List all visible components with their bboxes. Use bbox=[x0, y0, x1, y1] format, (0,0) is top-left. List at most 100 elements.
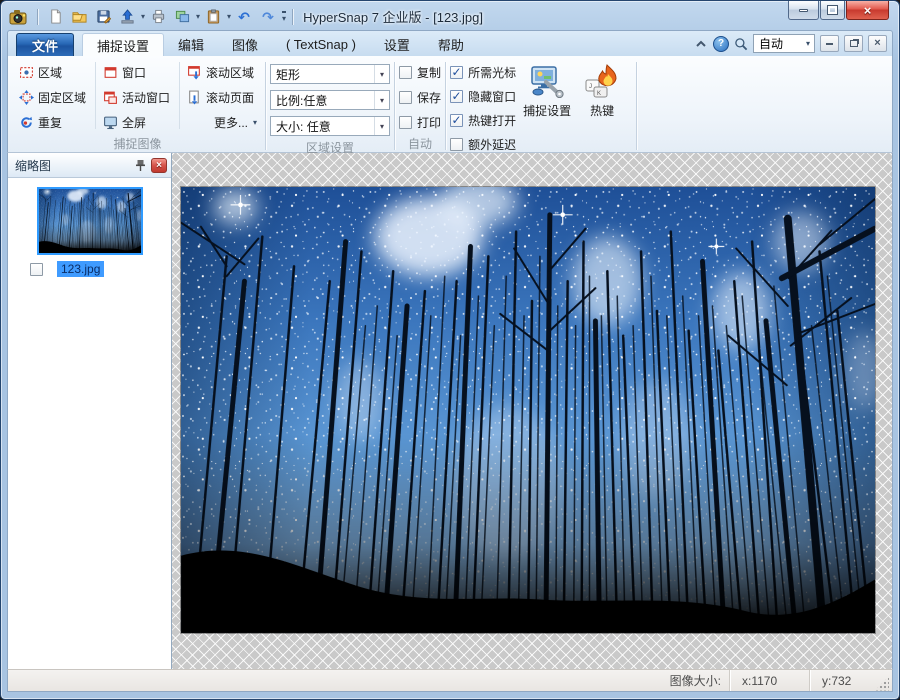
group-separator bbox=[265, 62, 266, 150]
app-icon[interactable] bbox=[9, 8, 29, 26]
resize-grip[interactable] bbox=[875, 677, 889, 691]
capture-settings-icon bbox=[530, 64, 564, 98]
region-capture-icon bbox=[19, 65, 34, 80]
redo-icon[interactable]: ↷ bbox=[257, 7, 279, 27]
zoom-mode-select[interactable]: 自动 ▾ bbox=[753, 34, 815, 53]
checkbox[interactable] bbox=[450, 90, 463, 103]
qat-customize-expander[interactable]: ▾ bbox=[282, 11, 286, 23]
capture-active-window-button[interactable]: 活动窗口 bbox=[98, 85, 177, 110]
image-canvas[interactable] bbox=[172, 153, 892, 669]
open-image[interactable] bbox=[181, 187, 875, 633]
thumbnail-image[interactable] bbox=[37, 187, 143, 255]
capture-fixed-region-button[interactable]: 固定区域 bbox=[14, 85, 93, 110]
chevron-down-icon: ▾ bbox=[253, 118, 257, 127]
checkbox[interactable] bbox=[399, 116, 412, 129]
hotkey-button[interactable]: J K 热键 bbox=[578, 60, 626, 152]
undo-icon[interactable]: ↶ bbox=[233, 7, 255, 27]
auto-save-checkbox[interactable]: 保存 bbox=[399, 85, 441, 110]
close-button[interactable]: × bbox=[846, 1, 889, 20]
auto-group: 复制 保存 打印 自动 bbox=[399, 60, 441, 152]
checkbox[interactable] bbox=[399, 66, 412, 79]
size-select[interactable]: 大小: 任意 ▾ bbox=[270, 116, 390, 136]
checkbox[interactable] bbox=[399, 91, 412, 104]
hypersnap-window: ▾ ▾ ▾ ↶ ↷ ▾ HyperSnap 7 企业版 - [123.jpg] … bbox=[0, 0, 900, 700]
tab-capture-settings[interactable]: 捕捉设置 bbox=[82, 33, 164, 56]
hotkey-open-checkbox[interactable]: 热键打开 bbox=[450, 108, 516, 132]
capture-upload-icon[interactable] bbox=[116, 7, 138, 27]
capture-image-group: 区域 固定区域 重复 窗口 bbox=[14, 60, 261, 152]
panel-close-icon[interactable]: × bbox=[151, 158, 167, 173]
titlebar: ▾ ▾ ▾ ↶ ↷ ▾ HyperSnap 7 企业版 - [123.jpg] … bbox=[7, 1, 893, 30]
button-label: 活动窗口 bbox=[122, 89, 170, 106]
button-label: 捕捉设置 bbox=[523, 102, 571, 119]
doc-restore-button[interactable] bbox=[844, 35, 863, 52]
select-value: 矩形 bbox=[276, 66, 300, 83]
image-size-label: 图像大小: bbox=[670, 672, 729, 689]
group-separator bbox=[636, 62, 637, 150]
chevron-down-icon: ▾ bbox=[806, 39, 810, 48]
capture-window-button[interactable]: 窗口 bbox=[98, 60, 177, 85]
doc-close-button[interactable]: × bbox=[868, 35, 887, 52]
main-body: 缩略图 × 123.jpg bbox=[7, 153, 893, 669]
tab-file[interactable]: 文件 bbox=[16, 33, 74, 56]
capture-scroll-region-button[interactable]: 滚动区域 bbox=[182, 60, 261, 85]
doc-minimize-button[interactable] bbox=[820, 35, 839, 52]
tab-textsnap[interactable]: ( TextSnap ) bbox=[272, 33, 370, 56]
capture-repeat-button[interactable]: 重复 bbox=[14, 110, 93, 135]
pin-icon[interactable] bbox=[132, 157, 148, 173]
ribbon-capture-settings: 区域 固定区域 重复 窗口 bbox=[7, 56, 893, 153]
checkbox-label: 热键打开 bbox=[468, 112, 516, 129]
button-label: 滚动区域 bbox=[206, 64, 254, 81]
group-label: 自动 bbox=[399, 135, 441, 155]
tab-help[interactable]: 帮助 bbox=[424, 33, 478, 56]
region-settings-group: 矩形 ▾ 比例:任意 ▾ 大小: 任意 ▾ 区域设置 bbox=[270, 60, 390, 152]
capture-fullscreen-button[interactable]: 全屏 bbox=[98, 110, 177, 135]
thumbnail-filename[interactable]: 123.jpg bbox=[57, 261, 104, 277]
shape-select[interactable]: 矩形 ▾ bbox=[270, 64, 390, 84]
auto-copy-checkbox[interactable]: 复制 bbox=[399, 60, 441, 85]
collapse-ribbon-icon[interactable] bbox=[694, 37, 708, 51]
capture-region-button[interactable]: 区域 bbox=[14, 60, 93, 85]
capture-options-group: 所需光标 隐藏窗口 热键打开 额外延迟 bbox=[450, 60, 516, 152]
scroll-page-capture-icon bbox=[187, 90, 202, 105]
open-folder-icon[interactable] bbox=[68, 7, 90, 27]
paste-icon[interactable] bbox=[202, 7, 224, 27]
chevron-down-icon: ▾ bbox=[374, 65, 389, 83]
window-title: HyperSnap 7 企业版 - [123.jpg] bbox=[303, 7, 483, 26]
button-label: 热键 bbox=[590, 102, 614, 119]
checkbox[interactable] bbox=[450, 114, 463, 127]
fullscreen-capture-icon bbox=[103, 115, 118, 130]
help-icon[interactable]: ? bbox=[713, 36, 729, 52]
tab-settings[interactable]: 设置 bbox=[370, 33, 424, 56]
checkbox[interactable] bbox=[450, 66, 463, 79]
checkbox[interactable] bbox=[450, 138, 463, 151]
tab-image[interactable]: 图像 bbox=[218, 33, 272, 56]
maximize-button[interactable] bbox=[820, 1, 845, 20]
auto-print-checkbox[interactable]: 打印 bbox=[399, 110, 441, 135]
thumbnail-panel-header: 缩略图 × bbox=[8, 153, 171, 178]
save-icon[interactable] bbox=[92, 7, 114, 27]
new-file-icon[interactable] bbox=[44, 7, 66, 27]
chevron-down-icon: ▾ bbox=[374, 117, 389, 135]
capture-more-button[interactable]: 更多... ▾ bbox=[182, 110, 261, 135]
thumbnail-checkbox[interactable] bbox=[30, 263, 43, 276]
thumbnail-file-row: 123.jpg bbox=[8, 261, 171, 277]
hide-window-checkbox[interactable]: 隐藏窗口 bbox=[450, 84, 516, 108]
group-separator bbox=[445, 62, 446, 150]
minimize-button[interactable] bbox=[788, 1, 819, 20]
include-cursor-checkbox[interactable]: 所需光标 bbox=[450, 60, 516, 84]
print-icon[interactable] bbox=[147, 7, 169, 27]
checkbox-label: 保存 bbox=[417, 89, 441, 106]
capture-scroll-page-button[interactable]: 滚动页面 bbox=[182, 85, 261, 110]
ratio-select[interactable]: 比例:任意 ▾ bbox=[270, 90, 390, 110]
paste-dropdown-arrow[interactable]: ▾ bbox=[227, 12, 231, 21]
toolbar-separator bbox=[292, 9, 293, 25]
upload-dropdown-arrow[interactable]: ▾ bbox=[141, 12, 145, 21]
zoom-magnifier-icon[interactable] bbox=[734, 37, 748, 51]
hotkey-flame-icon: J K bbox=[585, 64, 619, 98]
copy-images-icon[interactable] bbox=[171, 7, 193, 27]
copy-dropdown-arrow[interactable]: ▾ bbox=[196, 12, 200, 21]
capture-settings-button[interactable]: 捕捉设置 bbox=[516, 60, 578, 152]
fixed-region-icon bbox=[19, 90, 34, 105]
tab-edit[interactable]: 编辑 bbox=[164, 33, 218, 56]
